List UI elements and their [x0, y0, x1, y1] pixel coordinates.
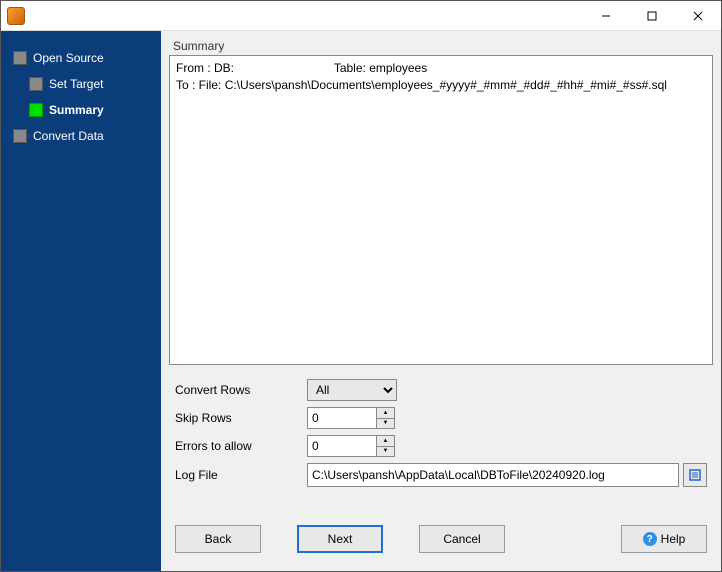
skip-rows-label: Skip Rows: [175, 411, 295, 425]
close-icon: [693, 11, 703, 21]
sidebar-item-label: Convert Data: [33, 129, 104, 143]
chevron-down-icon[interactable]: ▼: [377, 419, 394, 429]
log-file-input[interactable]: [307, 463, 679, 487]
options-grid: Convert Rows All Skip Rows ▲ ▼ Errors to…: [169, 375, 713, 491]
sidebar-item-convert-data[interactable]: Convert Data: [1, 123, 161, 149]
sidebar-item-open-source[interactable]: Open Source: [1, 45, 161, 71]
sidebar-item-label: Summary: [49, 103, 104, 117]
step-box-icon: [13, 51, 27, 65]
cancel-button[interactable]: Cancel: [419, 525, 505, 553]
step-box-icon: [13, 129, 27, 143]
next-button[interactable]: Next: [297, 525, 383, 553]
convert-rows-label: Convert Rows: [175, 383, 295, 397]
summary-heading: Summary: [169, 39, 713, 53]
maximize-icon: [647, 11, 657, 21]
browse-log-button[interactable]: [683, 463, 707, 487]
sidebar-item-set-target[interactable]: Set Target: [1, 71, 161, 97]
window-controls: [583, 1, 721, 31]
convert-rows-select[interactable]: All: [307, 379, 397, 401]
chevron-up-icon[interactable]: ▲: [377, 408, 394, 419]
step-box-icon: [29, 77, 43, 91]
summary-text-box: From : DB: Table: employees To : File: C…: [169, 55, 713, 365]
browse-icon: [688, 468, 702, 482]
titlebar: [1, 1, 721, 31]
sidebar-item-summary[interactable]: Summary: [1, 97, 161, 123]
maximize-button[interactable]: [629, 1, 675, 31]
main-panel: Summary From : DB: Table: employees To :…: [161, 31, 721, 571]
sidebar-item-label: Open Source: [33, 51, 104, 65]
app-icon: [7, 7, 25, 25]
sidebar-item-label: Set Target: [49, 77, 103, 91]
chevron-down-icon[interactable]: ▼: [377, 447, 394, 457]
skip-rows-input[interactable]: [307, 407, 377, 429]
help-button[interactable]: ? Help: [621, 525, 707, 553]
button-bar: Back Next Cancel ? Help: [169, 511, 713, 563]
close-button[interactable]: [675, 1, 721, 31]
spinner-arrows[interactable]: ▲ ▼: [377, 407, 395, 429]
log-file-label: Log File: [175, 468, 295, 482]
errors-label: Errors to allow: [175, 439, 295, 453]
sidebar: Open Source Set Target Summary Convert D…: [1, 31, 161, 571]
step-box-icon: [29, 103, 43, 117]
back-button[interactable]: Back: [175, 525, 261, 553]
errors-input[interactable]: [307, 435, 377, 457]
minimize-icon: [601, 11, 611, 21]
help-icon: ?: [643, 532, 657, 546]
minimize-button[interactable]: [583, 1, 629, 31]
spinner-arrows[interactable]: ▲ ▼: [377, 435, 395, 457]
chevron-up-icon[interactable]: ▲: [377, 436, 394, 447]
